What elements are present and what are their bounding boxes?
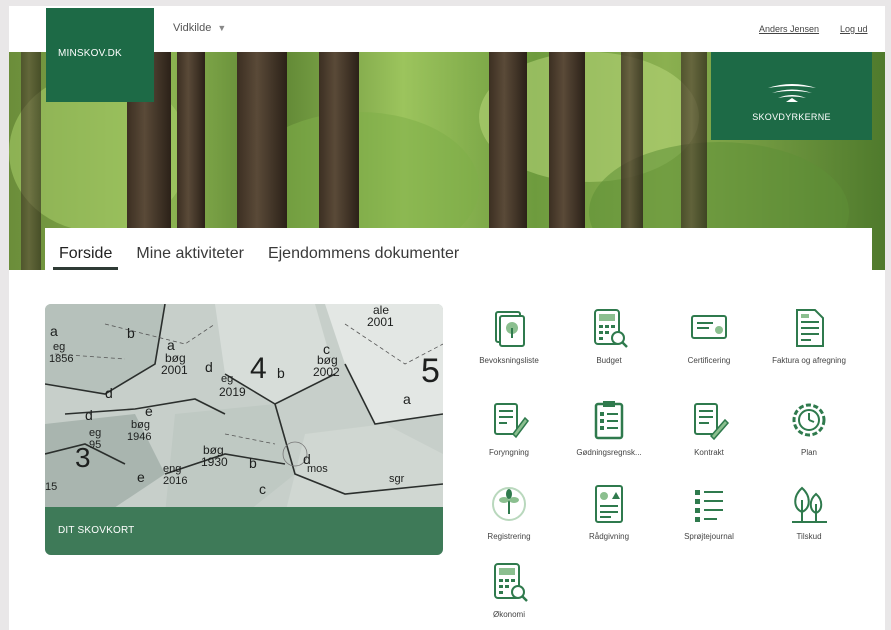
chevron-down-icon: ▼ — [217, 23, 227, 33]
calculator-search-icon — [494, 563, 528, 602]
map-label: b — [249, 455, 257, 471]
map-label: e — [145, 403, 153, 419]
map-label: b — [277, 365, 285, 381]
calculator-search-icon — [594, 309, 628, 348]
map-label: bøg — [131, 419, 150, 431]
app-tile-label: Plan — [800, 448, 817, 457]
map-label: c — [259, 481, 266, 497]
app-tile-label: Sprøjtejournal — [684, 532, 734, 541]
map-label: a — [403, 391, 411, 407]
map-label: e — [137, 469, 145, 485]
app-tile-faktura-og-afregning[interactable]: Faktura og afregning — [759, 306, 859, 365]
map-label: 1930 — [201, 455, 228, 469]
app-window: Vidkilde ▼ Anders Jensen Log ud MINSKOV.… — [9, 6, 885, 630]
map-label: eng — [163, 463, 182, 475]
partner-logo: SKOVDYRKERNE — [711, 52, 872, 140]
app-tile-sprøjtejournal[interactable]: Sprøjtejournal — [659, 482, 759, 541]
map-label: d — [85, 407, 93, 423]
map-label: d — [205, 359, 213, 375]
map-label: d — [105, 385, 113, 401]
map-label: b — [127, 325, 135, 341]
app-tile-rådgivning[interactable]: Rådgivning — [559, 482, 659, 541]
map-label: 15 — [45, 481, 58, 493]
document-pen-icon — [494, 403, 529, 439]
app-tile-label: Budget — [596, 356, 622, 365]
app-tile-tilskud[interactable]: Tilskud — [759, 482, 859, 541]
map-label: a — [50, 323, 58, 339]
logout-link[interactable]: Log ud — [840, 24, 868, 34]
app-tile-label: Faktura og afregning — [772, 356, 846, 365]
gear-clock-icon — [792, 403, 826, 437]
app-tile-budget[interactable]: Budget — [559, 306, 659, 365]
map-label: sgr — [389, 473, 405, 485]
app-tile-label: Bevoksningsliste — [479, 356, 539, 365]
map-card-footer-label: DIT SKOVKORT — [58, 525, 135, 536]
app-tile-label: Kontrakt — [694, 448, 724, 457]
source-dropdown[interactable]: Vidkilde ▼ — [173, 22, 226, 34]
map-label: eg — [89, 427, 102, 439]
map-label: 2002 — [313, 365, 340, 379]
map-label: 95 — [89, 439, 102, 451]
app-tile-label: Registrering — [487, 532, 531, 541]
site-logo-text: MINSKOV.DK — [58, 48, 122, 59]
source-dropdown-label: Vidkilde — [173, 22, 212, 34]
partner-logo-text: SKOVDYRKERNE — [752, 112, 831, 122]
user-name-link[interactable]: Anders Jensen — [759, 24, 819, 34]
app-tile-kontrakt[interactable]: Kontrakt — [659, 398, 759, 457]
map-label: eg — [53, 341, 66, 353]
app-tile-plan[interactable]: Plan — [759, 398, 859, 457]
tab-mine-aktiviteter[interactable]: Mine aktiviteter — [130, 244, 250, 270]
seedling-icon — [492, 487, 526, 521]
map-card-footer[interactable]: DIT SKOVKORT — [45, 507, 443, 555]
chart-document-icon — [595, 485, 623, 523]
app-tile-foryngning[interactable]: Foryngning — [459, 398, 559, 457]
app-tile-certificering[interactable]: Certificering — [659, 306, 759, 365]
map-label: 2019 — [219, 385, 246, 399]
tree-document-icon — [495, 311, 525, 347]
app-tile-label: Gødningsregnsk... — [576, 448, 642, 457]
app-tile-label: Økonomi — [492, 610, 525, 619]
map-label: 3 — [75, 442, 91, 473]
map-label: 1946 — [127, 431, 152, 443]
map-label: mos — [307, 463, 328, 475]
site-logo[interactable]: MINSKOV.DK — [46, 8, 154, 102]
tab-forside[interactable]: Forside — [53, 244, 119, 270]
trees-icon — [792, 486, 827, 523]
forest-map-card[interactable]: a b eg 1856 a bøg 2001 4 d eg 2019 b c bøg 2002 5 ale 200… — [45, 304, 443, 555]
clipboard-checklist-icon — [594, 401, 624, 440]
checklist-icon — [695, 490, 723, 522]
app-tile-bevoksningsliste[interactable]: Bevoksningsliste — [459, 306, 559, 365]
map-label: 2016 — [163, 475, 188, 487]
map-label: 5 — [421, 352, 440, 390]
certificate-icon — [691, 315, 727, 339]
map-labels: a b eg 1856 a bøg 2001 4 d eg 2019 b c bøg 2002 5 ale 200… — [45, 304, 443, 514]
map-label: a — [167, 337, 175, 353]
map-label: 2001 — [161, 363, 188, 377]
contract-pen-icon — [694, 403, 730, 441]
app-tile-label: Tilskud — [796, 532, 822, 541]
main-tabs: Forside Mine aktiviteter Ejendommens dok… — [45, 228, 872, 270]
app-tile-gødningsregnsk[interactable]: Gødningsregnsk... — [559, 398, 659, 457]
app-tile-label: Foryngning — [488, 448, 530, 457]
map-label: 1856 — [49, 353, 74, 365]
wing-logo-icon — [768, 84, 816, 102]
app-tile-label: Rådgivning — [588, 532, 630, 541]
app-tile-økonomi[interactable]: Økonomi — [459, 560, 559, 619]
map-label: 2001 — [367, 315, 394, 329]
tab-ejendommens-dokumenter[interactable]: Ejendommens dokumenter — [262, 244, 465, 270]
invoice-icon — [796, 309, 824, 347]
app-tile-label: Certificering — [687, 356, 731, 365]
map-label: eg — [221, 373, 234, 385]
app-tile-registrering[interactable]: Registrering — [459, 482, 559, 541]
map-label: 4 — [250, 352, 267, 385]
